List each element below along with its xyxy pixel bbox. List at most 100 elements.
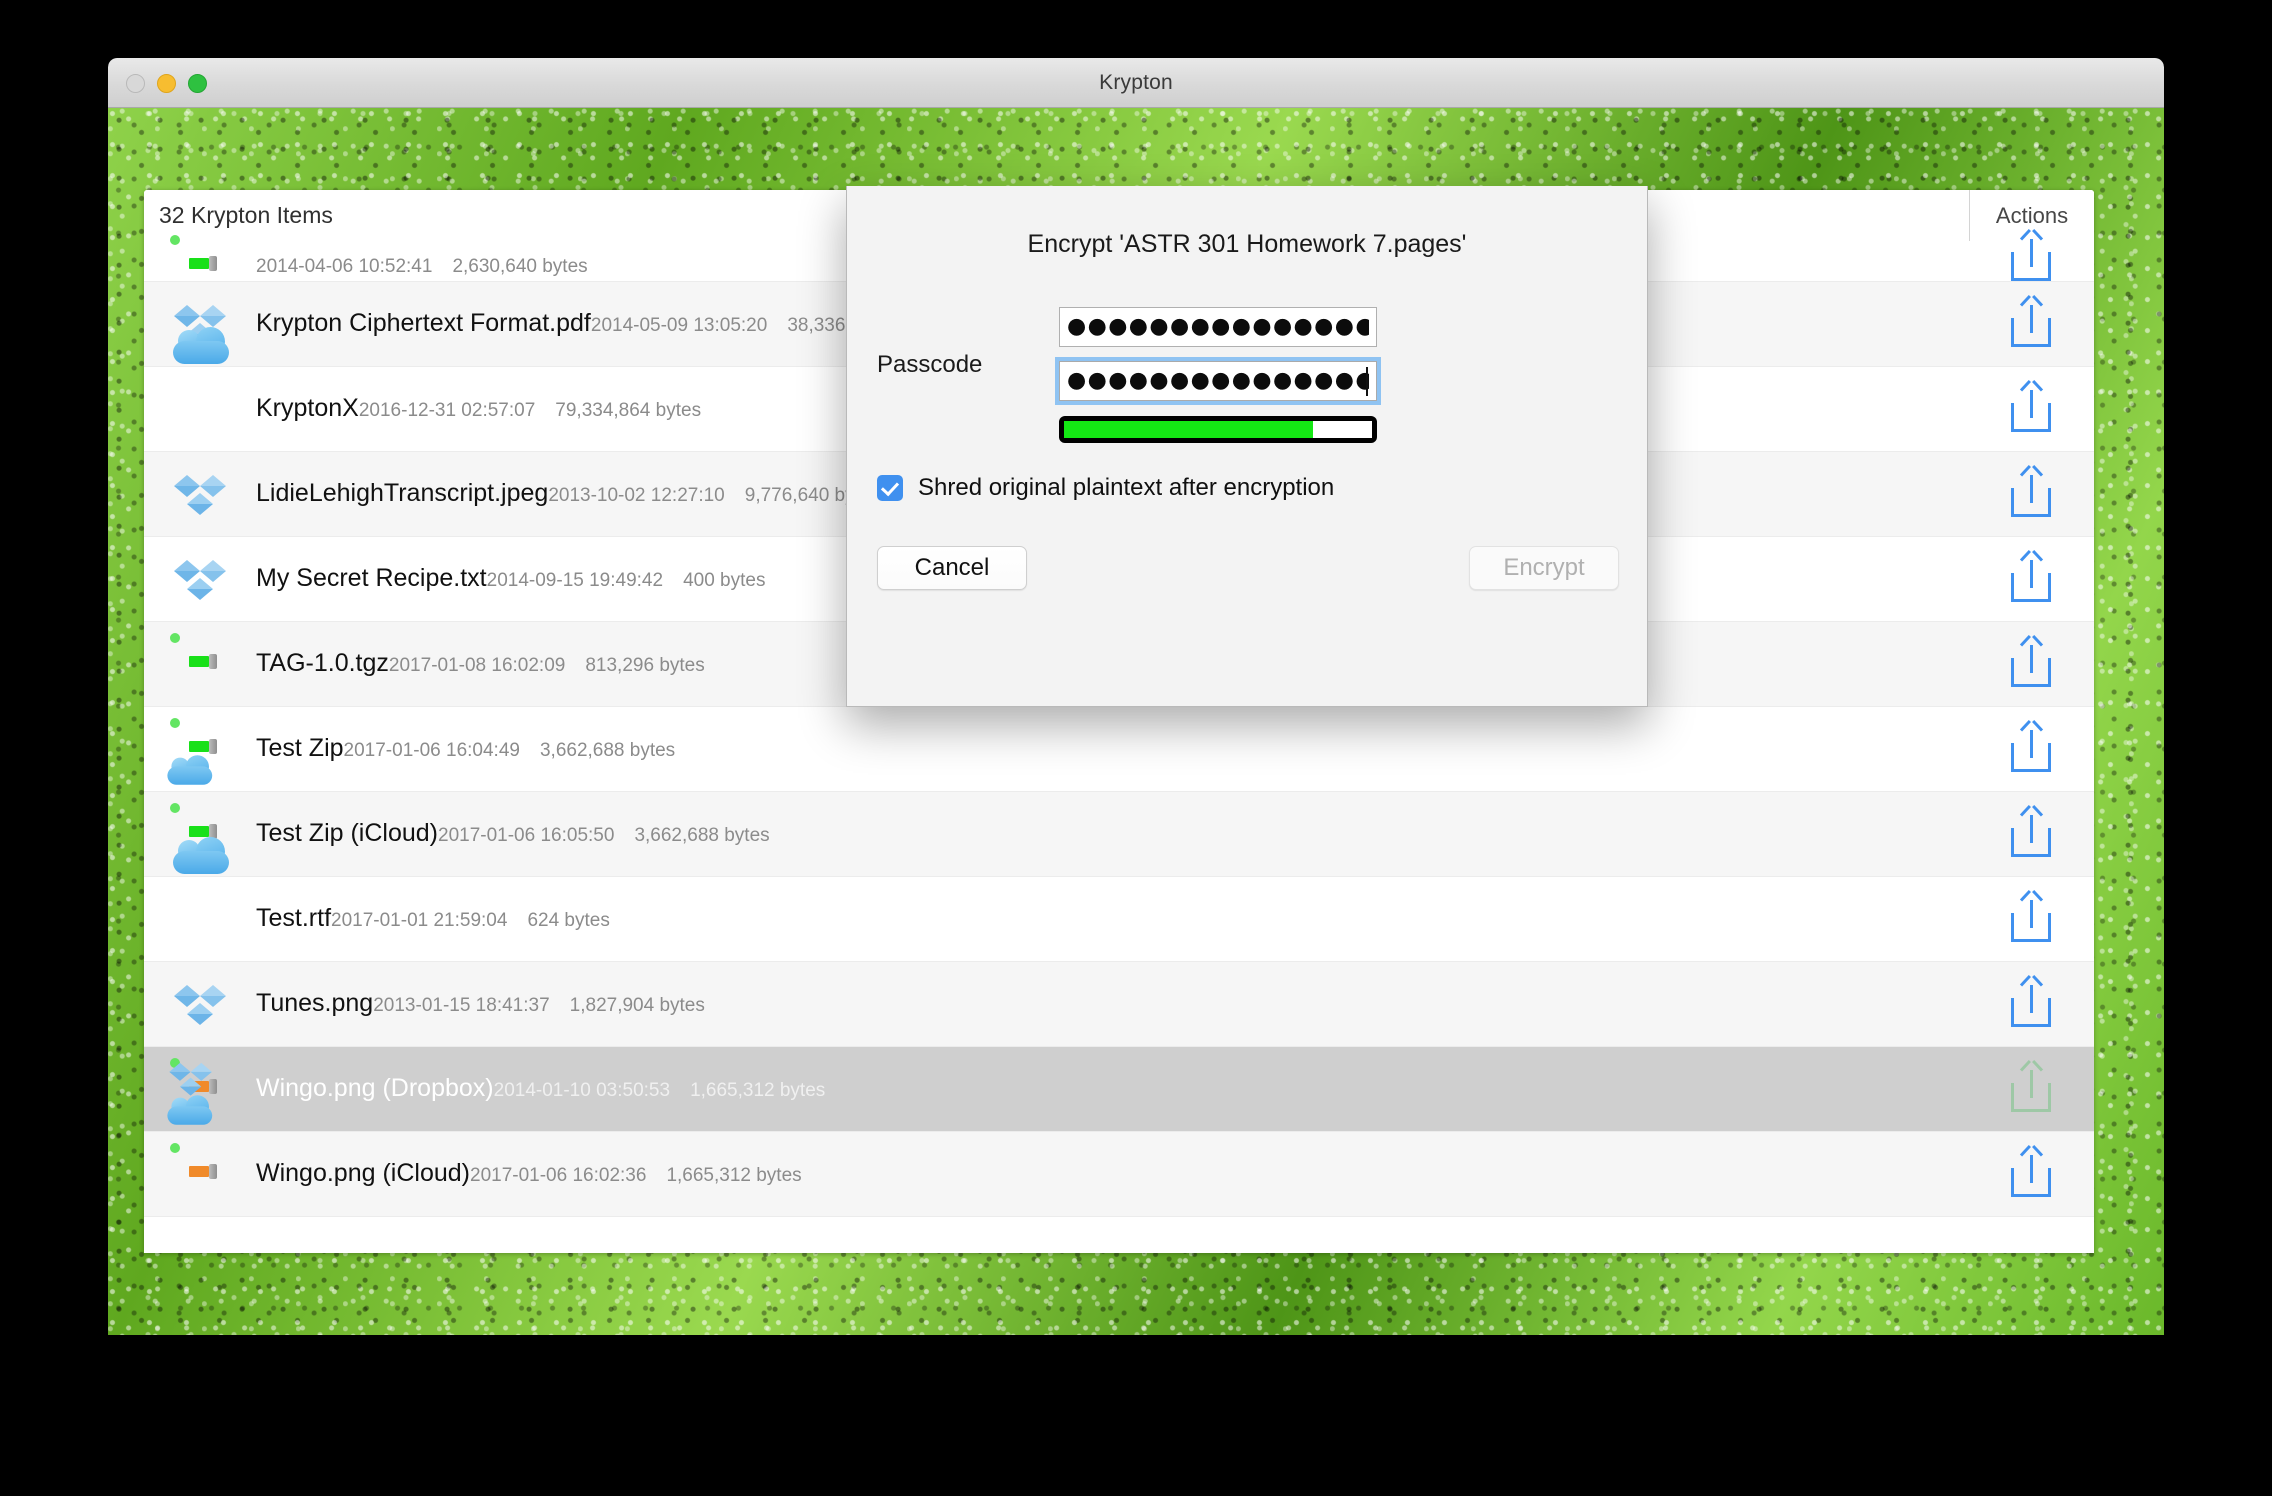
share-icon[interactable] (2011, 556, 2053, 602)
item-count-label: 32 Krypton Items (159, 190, 333, 241)
file-name: Test Zip (256, 734, 344, 762)
window-titlebar[interactable]: Krypton (108, 58, 2164, 108)
row-action-cell[interactable] (1969, 726, 2094, 772)
file-info: Wingo.png (Dropbox)2014-01-10 03:50:53 1,… (256, 1073, 1969, 1105)
file-type-icon (170, 463, 232, 525)
shred-checkbox-label: Shred original plaintext after encryptio… (918, 474, 1334, 502)
krypton-window: Krypton 32 Krypton Items Actions 2014-04… (108, 58, 2164, 1335)
file-name: Wingo.png (iCloud) (256, 1159, 470, 1187)
table-row[interactable]: Test Zip2017-01-06 16:04:49 3,662,688 byt… (144, 707, 2094, 792)
row-action-cell[interactable] (1969, 1066, 2094, 1112)
share-icon[interactable] (2011, 896, 2053, 942)
row-action-cell[interactable] (1969, 1151, 2094, 1197)
file-date: 2014-09-15 19:49:42 (487, 570, 663, 591)
file-name: Test.rtf (256, 904, 331, 932)
passcode-confirm-input[interactable]: ●●●●●●●●●●●●●●●●●●●●●●●●● (1059, 361, 1377, 401)
file-info: Test.rtf2017-01-01 21:59:04624 bytes (256, 903, 1969, 935)
table-row[interactable]: Tunes.png2013-01-15 18:41:371,827,904 by… (144, 962, 2094, 1047)
row-action-cell[interactable] (1969, 811, 2094, 857)
file-type-icon (170, 548, 232, 610)
file-meta: 2017-01-06 16:05:503,662,688 bytes (438, 825, 770, 846)
traffic-lights (126, 74, 207, 93)
file-name: TAG-1.0.tgz (256, 649, 389, 677)
file-meta: 2017-01-08 16:02:09813,296 bytes (389, 655, 705, 676)
table-row[interactable]: Wingo.png (iCloud)2017-01-06 16:02:361,6… (144, 1132, 2094, 1217)
file-date: 2014-05-09 13:05:20 (591, 315, 767, 336)
actions-column-header: Actions (1969, 190, 2094, 241)
file-meta: 2017-01-06 16:02:361,665,312 bytes (470, 1165, 802, 1186)
file-meta: 2013-01-15 18:41:371,827,904 bytes (373, 995, 705, 1016)
share-icon[interactable] (2011, 1066, 2053, 1112)
file-meta: 2016-12-31 02:57:0779,334,864 bytes (359, 400, 701, 421)
file-date: 2017-01-06 16:04:49 (344, 740, 520, 761)
row-action-cell[interactable] (1969, 235, 2094, 281)
strength-track (1064, 421, 1372, 438)
passcode-column: ●●●●●●●●●●●●●●●●●●●●●●●●● ●●●●●●●●●●●●●●… (1059, 307, 1377, 443)
encrypt-button[interactable]: Encrypt (1469, 546, 1619, 590)
file-name: LidieLehighTranscript.jpeg (256, 479, 548, 507)
file-type-icon (170, 633, 232, 695)
dialog-title: Encrypt 'ASTR 301 Homework 7.pages' (847, 186, 1647, 259)
table-row[interactable]: Test.rtf2017-01-01 21:59:04624 bytes (144, 877, 2094, 962)
minimize-button-icon[interactable] (157, 74, 176, 93)
shred-checkbox[interactable] (877, 475, 903, 501)
row-action-cell[interactable] (1969, 896, 2094, 942)
table-row[interactable]: Wingo.png (Dropbox)2014-01-10 03:50:53 1,… (144, 1047, 2094, 1132)
strength-fill (1064, 421, 1313, 438)
file-date: 2014-04-06 10:52:41 (256, 256, 432, 277)
row-action-cell[interactable] (1969, 556, 2094, 602)
file-date: 2017-01-06 16:02:36 (470, 1165, 646, 1186)
file-date: 2017-01-01 21:59:04 (331, 910, 507, 931)
share-icon[interactable] (2011, 811, 2053, 857)
file-info: Test Zip2017-01-06 16:04:49 3,662,688 byt… (256, 733, 1969, 765)
close-button-icon[interactable] (126, 74, 145, 93)
file-info: Tunes.png2013-01-15 18:41:371,827,904 by… (256, 988, 1969, 1020)
share-icon[interactable] (2011, 641, 2053, 687)
file-name: Wingo.png (Dropbox) (256, 1074, 494, 1102)
dialog-button-row: Cancel Encrypt (847, 546, 1647, 606)
file-date: 2016-12-31 02:57:07 (359, 400, 535, 421)
file-meta: 2017-01-01 21:59:04624 bytes (331, 910, 610, 931)
share-icon[interactable] (2011, 235, 2053, 281)
share-icon[interactable] (2011, 471, 2053, 517)
share-icon[interactable] (2011, 1151, 2053, 1197)
file-type-icon (170, 1143, 232, 1205)
file-name: Tunes.png (256, 989, 373, 1017)
shred-checkbox-row[interactable]: Shred original plaintext after encryptio… (877, 474, 1334, 502)
row-action-cell[interactable] (1969, 301, 2094, 347)
text-caret (1366, 367, 1368, 396)
row-action-cell[interactable] (1969, 471, 2094, 517)
share-icon[interactable] (2011, 981, 2053, 1027)
file-meta: 2014-04-06 10:52:412,630,640 bytes (256, 256, 588, 277)
passcode-field-block: Passcode ●●●●●●●●●●●●●●●●●●●●●●●●● ●●●●●… (847, 307, 1647, 447)
maximize-button-icon[interactable] (188, 74, 207, 93)
file-date: 2014-01-10 03:50:53 (494, 1080, 670, 1101)
file-size: 400 bytes (683, 570, 765, 591)
file-meta: 2014-09-15 19:49:42 400 bytes (487, 570, 766, 591)
row-action-cell[interactable] (1969, 386, 2094, 432)
passcode-input[interactable]: ●●●●●●●●●●●●●●●●●●●●●●●●● (1059, 307, 1377, 347)
file-size: 813,296 bytes (585, 655, 704, 676)
file-size: 3,662,688 bytes (540, 740, 675, 761)
file-date: 2013-10-02 12:27:10 (548, 485, 724, 506)
share-icon[interactable] (2011, 726, 2053, 772)
file-meta: 2017-01-06 16:04:49 3,662,688 bytes (344, 740, 676, 761)
passcode-strength-meter (1059, 416, 1377, 443)
file-size: 1,665,312 bytes (690, 1080, 825, 1101)
row-action-cell[interactable] (1969, 981, 2094, 1027)
file-date: 2013-01-15 18:41:37 (373, 995, 549, 1016)
window-canvas: 32 Krypton Items Actions 2014-04-06 10:5… (108, 108, 2164, 1335)
encrypt-dialog: Encrypt 'ASTR 301 Homework 7.pages' Pass… (846, 186, 1648, 707)
share-icon[interactable] (2011, 386, 2053, 432)
row-action-cell[interactable] (1969, 641, 2094, 687)
table-row[interactable]: Test Zip (iCloud)2017-01-06 16:05:503,66… (144, 792, 2094, 877)
share-icon[interactable] (2011, 301, 2053, 347)
window-title: Krypton (108, 58, 2164, 107)
passcode-confirm-value: ●●●●●●●●●●●●●●●●●●●●●●●●● (1067, 370, 1369, 392)
file-size: 3,662,688 bytes (634, 825, 769, 846)
file-name: Krypton Ciphertext Format.pdf (256, 309, 591, 337)
cancel-button[interactable]: Cancel (877, 546, 1027, 590)
file-name: My Secret Recipe.txt (256, 564, 487, 592)
file-info: Test Zip (iCloud)2017-01-06 16:05:503,66… (256, 818, 1969, 850)
file-type-icon (170, 378, 232, 440)
